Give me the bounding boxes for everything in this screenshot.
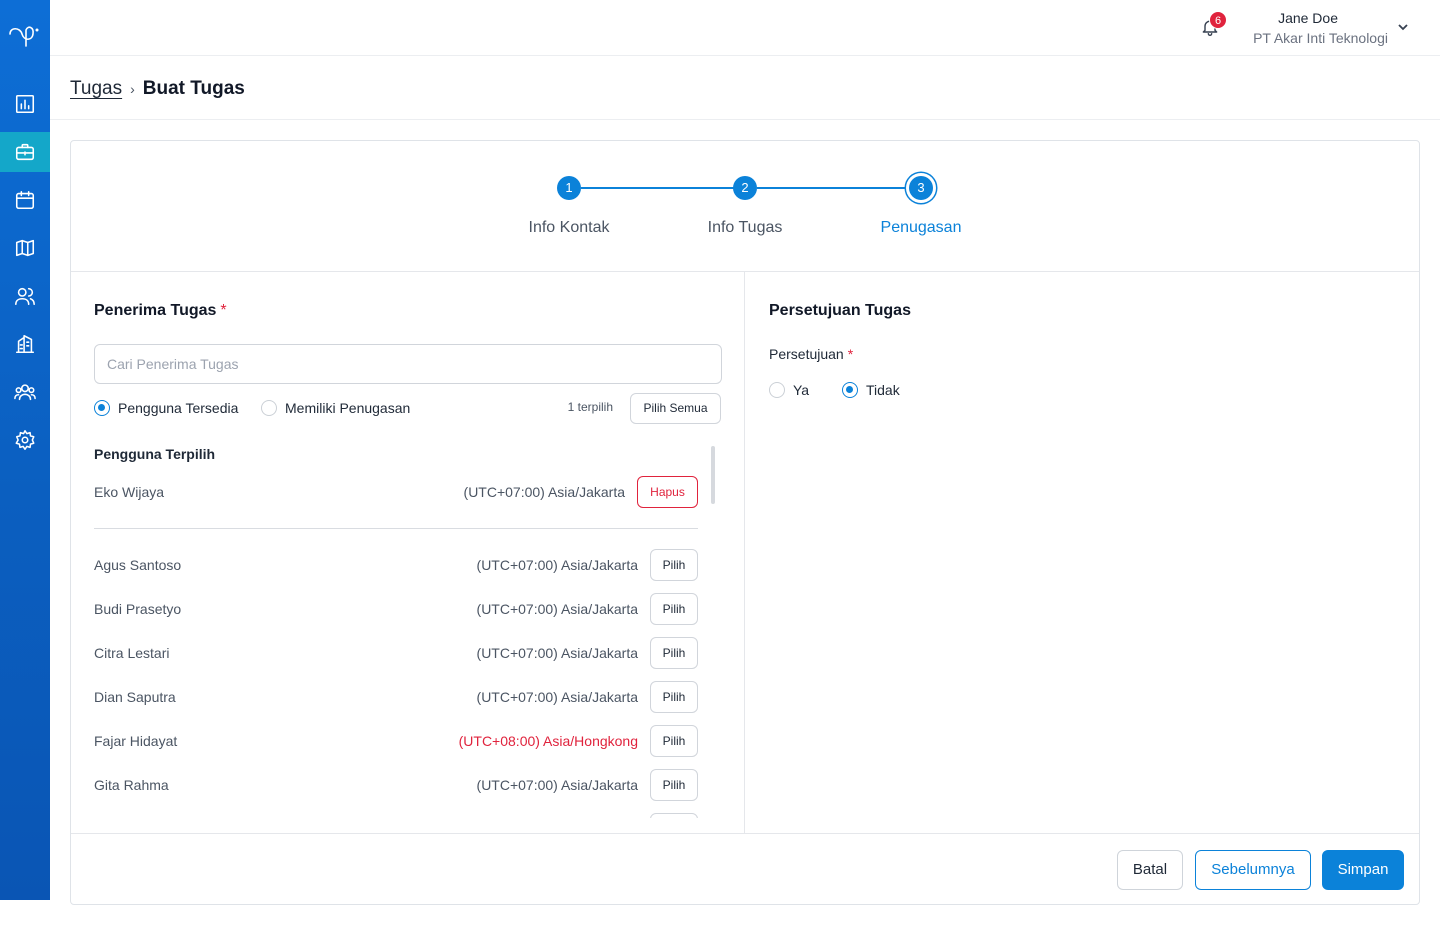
step-3-indicator[interactable]: 3 <box>909 176 933 200</box>
page-title: Buat Tugas <box>142 78 245 99</box>
filter-assigned-radio[interactable]: Memiliki Penugasan <box>261 400 410 416</box>
user-timezone: (UTC+07:00) Asia/Jakarta <box>476 689 638 705</box>
user-name: Gita Rahma <box>94 777 169 793</box>
sidebar-item-tasks[interactable] <box>0 132 50 172</box>
app-logo[interactable] <box>6 18 44 50</box>
step-connector <box>581 187 745 189</box>
assignee-title-text: Penerima Tugas <box>94 302 217 319</box>
select-user-button[interactable]: Pilih <box>650 725 698 757</box>
selected-user-row: Eko Wijaya (UTC+07:00) Asia/Jakarta Hapu… <box>94 476 698 508</box>
user-timezone-mismatch: (UTC+08:00) Asia/Hongkong <box>458 733 638 749</box>
user-name: Fajar Hidayat <box>94 733 178 749</box>
user-row: Fajar Hidayat (UTC+08:00) Asia/Hongkong … <box>94 725 698 757</box>
remove-button[interactable]: Hapus <box>637 476 698 508</box>
user-timezone: (UTC+07:00) Asia/Jakarta <box>463 484 625 500</box>
list-divider <box>94 528 698 529</box>
assignee-search-input[interactable] <box>94 344 722 384</box>
list-scrollbar[interactable] <box>711 446 715 504</box>
approval-yes-label: Ya <box>793 382 810 398</box>
approval-label: Persetujuan * <box>769 346 853 362</box>
selected-count: 1 terpilih <box>567 400 613 414</box>
approval-panel: Persetujuan Tugas Persetujuan * Ya Tidak <box>745 272 1419 833</box>
user-row-partial <box>94 813 698 818</box>
select-user-button[interactable]: Pilih <box>650 549 698 581</box>
user-row: Citra Lestari (UTC+07:00) Asia/Jakarta P… <box>94 637 698 669</box>
breadcrumb: Tugas › Buat Tugas <box>70 76 245 102</box>
radio-unselected <box>769 382 785 398</box>
chart-icon <box>15 94 35 114</box>
team-icon <box>14 384 36 401</box>
sidebar-item-company[interactable] <box>0 324 50 364</box>
user-timezone: (UTC+07:00) Asia/Jakarta <box>476 645 638 661</box>
sidebar-item-teams[interactable] <box>0 372 50 412</box>
sidebar-item-map[interactable] <box>0 228 50 268</box>
chevron-down-icon[interactable] <box>1396 20 1410 34</box>
sidebar-item-dashboard[interactable] <box>0 84 50 124</box>
approval-no-radio[interactable]: Tidak <box>842 382 900 398</box>
sidebar-item-users[interactable] <box>0 276 50 316</box>
step-1-indicator[interactable]: 1 <box>557 176 581 200</box>
user-timezone: (UTC+07:00) Asia/Jakarta <box>476 777 638 793</box>
approval-title: Persetujuan Tugas <box>769 302 911 319</box>
users-icon <box>15 287 35 306</box>
step-2-indicator[interactable]: 2 <box>733 176 757 200</box>
user-name: Budi Prasetyo <box>94 601 182 617</box>
user-timezone: (UTC+07:00) Asia/Jakarta <box>476 601 638 617</box>
radio-unselected <box>261 400 277 416</box>
top-header: 6 Jane Doe PT Akar Inti Teknologi <box>50 0 1440 56</box>
briefcase-icon <box>15 143 35 161</box>
required-mark: * <box>220 302 227 319</box>
filter-available-label: Pengguna Tersedia <box>118 400 239 416</box>
step-1-label[interactable]: Info Kontak <box>489 219 649 237</box>
chevron-right-icon: › <box>130 81 135 97</box>
filter-assigned-label: Memiliki Penugasan <box>285 400 411 416</box>
user-timezone: (UTC+07:00) Asia/Jakarta <box>476 557 638 573</box>
sidebar <box>0 0 50 900</box>
calendar-icon <box>15 190 35 210</box>
building-icon <box>15 334 35 354</box>
approval-label-text: Persetujuan <box>769 346 844 362</box>
select-user-button[interactable]: Pilih <box>650 593 698 625</box>
assignee-title: Penerima Tugas * <box>94 302 227 320</box>
step-2-label[interactable]: Info Tugas <box>665 219 825 237</box>
select-all-button[interactable]: Pilih Semua <box>630 393 721 424</box>
task-form-card: 1 2 3 Info Kontak Info Tugas Penugasan P… <box>70 140 1420 905</box>
cancel-button[interactable]: Batal <box>1117 850 1183 890</box>
previous-button[interactable]: Sebelumnya <box>1195 850 1311 890</box>
user-company[interactable]: PT Akar Inti Teknologi <box>1128 30 1388 46</box>
save-button[interactable]: Simpan <box>1322 850 1404 890</box>
approval-yes-radio[interactable]: Ya <box>769 382 809 398</box>
header-divider <box>50 119 1440 120</box>
user-list[interactable]: Pengguna Terpilih Eko Wijaya (UTC+07:00)… <box>71 434 745 818</box>
form-footer: Batal Sebelumnya Simpan <box>71 833 1419 905</box>
required-mark: * <box>847 346 854 362</box>
step-connector <box>757 187 921 189</box>
user-name[interactable]: Jane Doe <box>1138 10 1338 26</box>
sidebar-item-calendar[interactable] <box>0 180 50 220</box>
user-row: Budi Prasetyo (UTC+07:00) Asia/Jakarta P… <box>94 593 698 625</box>
breadcrumb-tasks-link[interactable]: Tugas <box>70 78 122 100</box>
user-name: Dian Saputra <box>94 689 176 705</box>
radio-selected <box>94 400 110 416</box>
select-user-button[interactable]: Pilih <box>650 637 698 669</box>
select-user-button[interactable]: Pilih <box>650 681 698 713</box>
selected-users-title: Pengguna Terpilih <box>94 446 216 462</box>
user-row: Agus Santoso (UTC+07:00) Asia/Jakarta Pi… <box>94 549 698 581</box>
filter-available-radio[interactable]: Pengguna Tersedia <box>94 400 238 416</box>
approval-no-label: Tidak <box>866 382 900 398</box>
gear-icon <box>15 430 35 450</box>
user-name: Citra Lestari <box>94 645 170 661</box>
select-user-button[interactable]: Pilih <box>650 769 698 801</box>
user-row: Gita Rahma (UTC+07:00) Asia/Jakarta Pili… <box>94 769 698 801</box>
map-icon <box>15 239 35 257</box>
step-3-label[interactable]: Penugasan <box>841 219 1001 237</box>
user-row: Dian Saputra (UTC+07:00) Asia/Jakarta Pi… <box>94 681 698 713</box>
radio-selected <box>842 382 858 398</box>
stepper: 1 2 3 Info Kontak Info Tugas Penugasan <box>71 141 1419 272</box>
user-name: Agus Santoso <box>94 557 182 573</box>
sidebar-item-settings[interactable] <box>0 420 50 460</box>
assignee-panel: Penerima Tugas* Pengguna Tersedia Memili… <box>71 272 745 833</box>
user-name: Eko Wijaya <box>94 484 165 500</box>
select-user-button[interactable] <box>650 813 698 818</box>
